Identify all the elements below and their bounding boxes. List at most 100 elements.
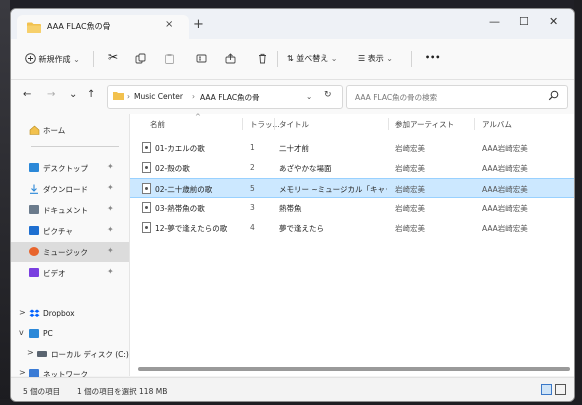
audio-file-icon — [142, 162, 151, 173]
column-header-name[interactable]: 名前 — [150, 119, 165, 130]
explorer-tab[interactable]: AAA FLAC魚の骨 × — [17, 15, 189, 39]
sidebar-item-dropbox[interactable]: > Dropbox — [11, 304, 129, 324]
chevron-down-icon[interactable]: ⌄ — [306, 92, 312, 101]
sidebar-item-videos[interactable]: ビデオ ✦ — [11, 263, 129, 283]
horizontal-scrollbar[interactable] — [138, 367, 570, 371]
file-row[interactable]: 12-夢で逢えたらの歌 4 夢で逢えたら 岩崎宏美 AAA岩崎宏美 — [130, 218, 574, 238]
sidebar-item-label: ローカル ディスク (C:) — [51, 350, 129, 359]
file-track: 1 — [250, 143, 255, 152]
file-row[interactable]: 03-熱帯魚の歌 3 熱帯魚 岩崎宏美 AAA岩崎宏美 — [130, 198, 574, 218]
file-title: 熱帯魚 — [279, 204, 302, 213]
file-name: 02-二十歳前の歌 — [155, 185, 213, 194]
minimize-button[interactable]: — — [489, 15, 500, 28]
refresh-icon[interactable]: ↻ — [324, 90, 332, 100]
sidebar-item-home[interactable]: ホーム — [11, 120, 129, 140]
pin-icon: ✦ — [107, 162, 114, 171]
rename-icon[interactable] — [196, 53, 207, 66]
audio-file-icon — [142, 183, 151, 194]
home-icon — [29, 125, 40, 135]
selection-info: 1 個の項目を選択 118 MB — [77, 387, 168, 396]
divider — [31, 146, 119, 147]
chevron-right-icon[interactable]: > — [19, 308, 26, 317]
paste-icon[interactable] — [164, 53, 175, 66]
file-row[interactable]: 01-カエルの歌 1 二十才前 岩崎宏美 AAA岩崎宏美 — [130, 138, 574, 158]
back-arrow-icon[interactable]: ← — [23, 89, 31, 100]
search-input[interactable]: AAA FLAC魚の骨の検索 — [346, 85, 568, 109]
audio-file-icon — [142, 202, 151, 213]
cut-icon[interactable]: ✂ — [108, 50, 118, 64]
tab-close-icon[interactable]: × — [165, 19, 173, 30]
sidebar-item-label: ミュージック — [43, 248, 88, 257]
folder-icon — [27, 22, 41, 35]
more-options-button[interactable]: ••• — [425, 53, 440, 62]
share-icon[interactable] — [225, 53, 236, 66]
file-row-selected[interactable]: 02-二十歳前の歌 5 メモリー ~ミュージカル「キャッツ」より 岩崎宏美 AA… — [130, 178, 574, 198]
file-track: 3 — [250, 203, 255, 212]
chevron-down-icon[interactable]: ⌄ — [69, 89, 77, 100]
audio-file-icon — [142, 142, 151, 153]
sidebar-item-pc[interactable]: v PC — [11, 324, 129, 344]
breadcrumb-current-folder[interactable]: AAA FLAC魚の骨 — [200, 92, 260, 103]
view-button[interactable]: ☰ 表示 ⌄ — [358, 53, 393, 64]
sidebar-item-local-disk[interactable]: > ローカル ディスク (C:) — [11, 344, 129, 364]
column-header-album[interactable]: アルバム — [482, 119, 512, 130]
file-title: 二十才前 — [279, 144, 309, 153]
file-track: 2 — [250, 163, 255, 172]
sort-arrow-icon: ^ — [195, 113, 201, 121]
sidebar-item-music[interactable]: ミュージック ✦ — [11, 242, 129, 262]
chevron-right-icon: › — [192, 92, 195, 101]
folder-icon — [113, 91, 124, 102]
sidebar-item-documents[interactable]: ドキュメント ✦ — [11, 200, 129, 220]
chevron-right-icon[interactable]: > — [27, 348, 34, 357]
file-album: AAA岩崎宏美 — [482, 224, 528, 233]
desktop-background-right — [574, 0, 582, 405]
up-arrow-icon[interactable]: ↑ — [87, 89, 95, 100]
desktop-icon — [29, 163, 39, 172]
command-bar: 新規作成 ⌄ ✂ ⇅ 並べ替え ⌄ ☰ 表示 ⌄ ••• — [11, 39, 574, 80]
chevron-down-icon: ⌄ — [330, 54, 338, 63]
file-row[interactable]: 02-殻の歌 2 あざやかな場面 岩崎宏美 AAA岩崎宏美 — [130, 158, 574, 178]
sort-button[interactable]: ⇅ 並べ替え ⌄ — [287, 53, 338, 64]
chevron-down-icon[interactable]: v — [19, 328, 24, 337]
file-artist: 岩崎宏美 — [395, 144, 425, 153]
divider — [93, 51, 94, 67]
new-tab-button[interactable]: + — [193, 17, 204, 32]
search-icon — [548, 90, 559, 103]
address-bar[interactable]: › Music Center › AAA FLAC魚の骨 ⌄ ↻ — [107, 85, 343, 109]
column-divider[interactable] — [388, 118, 389, 130]
new-button[interactable]: 新規作成 ⌄ — [25, 53, 80, 65]
divider — [277, 51, 278, 67]
delete-icon[interactable] — [257, 53, 268, 66]
chevron-right-icon: › — [127, 92, 130, 101]
file-name: 01-カエルの歌 — [155, 144, 205, 153]
tiles-view-button[interactable] — [555, 384, 566, 395]
column-divider[interactable] — [474, 118, 475, 130]
item-count: 5 個の項目 — [23, 387, 61, 396]
breadcrumb-music-center[interactable]: Music Center — [134, 92, 183, 101]
address-row: ← → ⌄ ↑ › Music Center › AAA FLAC魚の骨 ⌄ ↻… — [11, 80, 574, 114]
column-header-title[interactable]: タイトル — [279, 119, 309, 130]
column-header-artist[interactable]: 参加アーティスト — [395, 119, 454, 130]
details-view-button[interactable] — [541, 384, 552, 395]
copy-icon[interactable] — [135, 53, 146, 66]
chevron-down-icon: ⌄ — [73, 55, 80, 64]
column-divider[interactable] — [274, 118, 275, 130]
file-title: あざやかな場面 — [279, 164, 332, 173]
audio-file-icon — [142, 222, 151, 233]
maximize-button[interactable]: ☐ — [519, 15, 529, 28]
column-header-track[interactable]: トラッ... — [250, 119, 280, 130]
close-button[interactable]: ✕ — [549, 15, 558, 28]
sidebar-item-label: デスクトップ — [43, 164, 88, 173]
file-name: 02-殻の歌 — [155, 164, 190, 173]
download-icon — [29, 184, 39, 194]
chevron-right-icon[interactable]: > — [19, 368, 26, 377]
disk-icon — [37, 351, 47, 357]
sidebar-item-label: ドキュメント — [43, 206, 88, 215]
column-divider[interactable] — [242, 118, 243, 130]
sidebar-item-downloads[interactable]: ダウンロード ✦ — [11, 179, 129, 199]
music-icon — [29, 247, 39, 256]
document-icon — [29, 205, 39, 214]
forward-arrow-icon[interactable]: → — [47, 89, 55, 100]
sidebar-item-desktop[interactable]: デスクトップ ✦ — [11, 158, 129, 178]
sidebar-item-pictures[interactable]: ピクチャ ✦ — [11, 221, 129, 241]
